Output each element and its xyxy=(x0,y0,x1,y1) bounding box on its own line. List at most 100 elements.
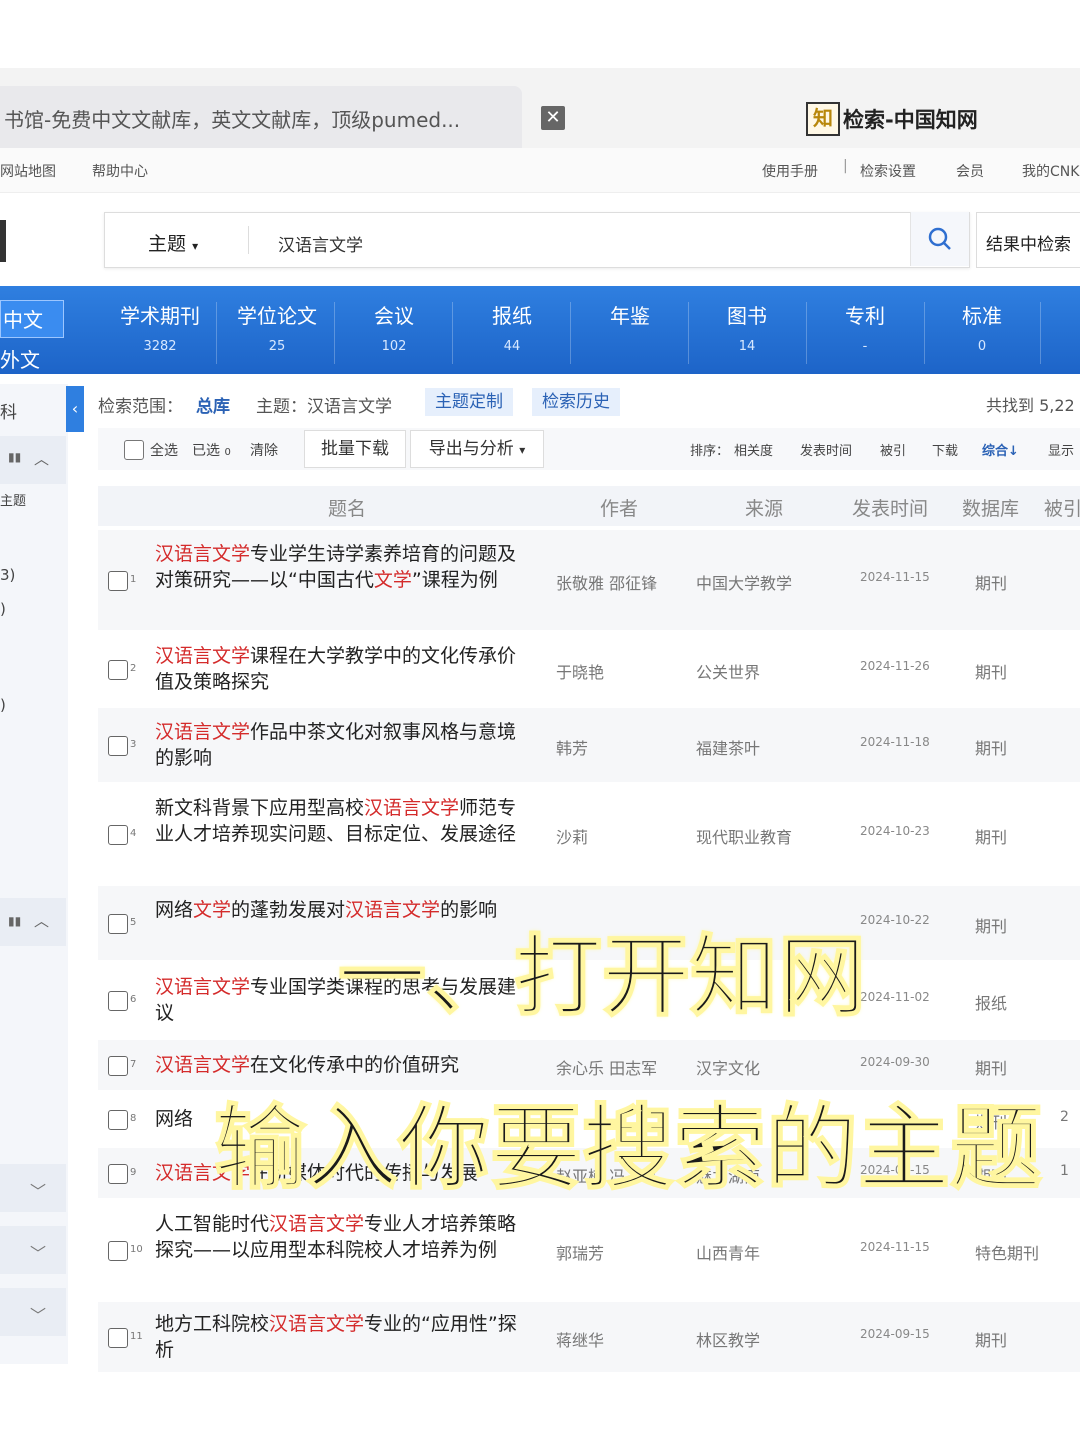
result-source[interactable]: 现代职业教育 xyxy=(696,824,792,848)
close-icon[interactable]: ✕ xyxy=(541,106,565,130)
result-author[interactable]: 张敬雅 邵征锋 xyxy=(556,570,657,594)
util-link-mycnki[interactable]: 我的CNKI xyxy=(1022,161,1080,181)
sidebar-item[interactable]: 科 xyxy=(0,398,17,423)
result-title-link[interactable]: 汉语言文学专业学生诗学素养培育的问题及对策研究——以“中国古代文学”课程为例 xyxy=(155,541,525,593)
result-source[interactable]: 林区教学 xyxy=(696,1327,760,1351)
table-row[interactable]: 10 人工智能时代汉语言文学专业人才培养策略探究——以应用型本科院校人才培养为例郭… xyxy=(98,1202,1080,1298)
util-link-member[interactable]: 会员 xyxy=(956,161,984,181)
tab-conferences[interactable]: 会议 102 xyxy=(344,300,444,354)
tab-label: 专利 xyxy=(845,304,885,328)
result-author[interactable]: 蒋继华 xyxy=(556,1327,604,1351)
util-link-settings[interactable]: 检索设置 xyxy=(860,161,916,181)
collapse-sidebar-button[interactable]: ‹ xyxy=(66,386,84,432)
sidebar-item[interactable]: ) xyxy=(0,696,6,714)
result-title-link[interactable]: 地方工科院校汉语言文学专业的“应用性”探析 xyxy=(155,1311,525,1363)
select-all-checkbox[interactable] xyxy=(124,440,144,460)
sort-relevance[interactable]: 相关度 xyxy=(734,440,773,459)
bar-chart-icon[interactable]: ▮▮ xyxy=(8,450,21,464)
chevron-down-icon[interactable]: ﹀ xyxy=(30,1240,46,1264)
search-history-chip[interactable]: 检索历史 xyxy=(532,388,620,416)
sort-download[interactable]: 下载 xyxy=(932,440,958,459)
lang-foreign[interactable]: 外文 xyxy=(0,344,40,373)
browser-tab-1[interactable]: 书馆-免费中文文献库，英文文献库，顶级pumed... xyxy=(0,86,522,148)
search-input[interactable]: 汉语言文学 xyxy=(278,231,363,256)
result-cited-count[interactable]: 1 xyxy=(1060,1163,1069,1179)
th-title[interactable]: 题名 xyxy=(328,494,366,521)
keyword-highlight: 汉语言文学 xyxy=(155,976,251,998)
table-row[interactable]: 11 地方工科院校汉语言文学专业的“应用性”探析 蒋继华 林区教学 2024-09-15… xyxy=(98,1302,1080,1372)
th-source[interactable]: 来源 xyxy=(745,494,783,521)
table-row[interactable]: 4 新文科背景下应用型高校汉语言文学师范专业人才培养现实问题、目标定位、发展途径沙… xyxy=(98,786,1080,882)
util-link-manual[interactable]: 使用手册 xyxy=(762,161,818,181)
search-field-select[interactable]: 主题 ▾ xyxy=(148,229,198,256)
th-cited[interactable]: 被引 xyxy=(1044,494,1080,521)
tab-standards[interactable]: 标准 0 xyxy=(932,300,1032,354)
browser-tab-2-title[interactable]: 检索-中国知网 xyxy=(843,104,978,134)
tab-patents[interactable]: 专利 - xyxy=(815,300,915,354)
chevron-down-icon[interactable]: ﹀ xyxy=(30,1178,46,1202)
tab-yearbooks[interactable]: 年鉴 xyxy=(580,300,680,339)
tab-books[interactable]: 图书 14 xyxy=(697,300,797,354)
topic-custom-chip[interactable]: 主题定制 xyxy=(425,388,513,416)
bar-chart-icon[interactable]: ▮▮ xyxy=(8,914,21,928)
title-text: ”课程为例 xyxy=(411,569,498,591)
sidebar-item[interactable]: 3) xyxy=(0,566,15,584)
range-scope[interactable]: 总库 xyxy=(196,392,230,417)
search-box[interactable] xyxy=(104,212,970,268)
clear-button[interactable]: 清除 xyxy=(250,440,278,460)
tab-journals[interactable]: 学术期刊 3282 xyxy=(110,300,210,354)
th-date[interactable]: 发表时间 xyxy=(852,494,928,521)
sort-combined[interactable]: 综合↓ xyxy=(982,440,1019,459)
row-checkbox[interactable] xyxy=(108,1328,128,1348)
result-author[interactable]: 沙莉 xyxy=(556,824,588,848)
util-link-sitemap[interactable]: 网站地图 xyxy=(0,161,56,181)
th-author[interactable]: 作者 xyxy=(600,494,638,521)
export-analysis-button[interactable]: 导出与分析 ▾ xyxy=(410,430,544,468)
result-author[interactable]: 韩芳 xyxy=(556,735,588,759)
chevron-down-icon[interactable]: ﹀ xyxy=(30,1302,46,1326)
lang-chinese[interactable]: 中文 xyxy=(0,300,64,338)
title-text: 新文科背景下应用型高校 xyxy=(155,797,365,819)
chevron-up-icon[interactable]: ︿ xyxy=(34,910,49,931)
table-row[interactable]: 2 汉语言文学课程在大学教学中的文化传承价值及策略探究 于晓艳 公关世界 2024-11… xyxy=(98,634,1080,704)
search-in-results-button[interactable]: 结果中检索 xyxy=(976,212,1080,268)
result-source[interactable]: 山西青年 xyxy=(696,1240,760,1264)
row-checkbox[interactable] xyxy=(108,571,128,591)
result-cited-count[interactable]: 2 xyxy=(1060,1109,1069,1125)
result-source[interactable]: 福建茶叶 xyxy=(696,735,760,759)
row-checkbox[interactable] xyxy=(108,1164,128,1184)
sidebar-item[interactable]: ) xyxy=(0,600,6,618)
select-all-label[interactable]: 全选 xyxy=(150,440,178,460)
result-source[interactable]: 公关世界 xyxy=(696,659,760,683)
bulk-download-button[interactable]: 批量下载 xyxy=(304,430,406,468)
table-row[interactable]: 3 汉语言文学作品中茶文化对叙事风格与意境的影响 韩芳 福建茶叶 2024-11-18 期… xyxy=(98,708,1080,782)
row-checkbox[interactable] xyxy=(108,825,128,845)
row-checkbox[interactable] xyxy=(108,1056,128,1076)
result-source[interactable]: 中国大学教学 xyxy=(696,570,792,594)
th-database[interactable]: 数据库 xyxy=(962,494,1019,521)
result-author[interactable]: 于晓艳 xyxy=(556,659,604,683)
chevron-up-icon[interactable]: ︿ xyxy=(34,448,49,469)
result-title-link[interactable]: 汉语言文学作品中茶文化对叙事风格与意境的影响 xyxy=(155,719,525,771)
table-row[interactable]: 1 汉语言文学专业学生诗学素养培育的问题及对策研究——以“中国古代文学”课程为例张… xyxy=(98,530,1080,630)
search-button[interactable] xyxy=(910,212,969,266)
row-checkbox[interactable] xyxy=(108,914,128,934)
keyword-highlight: 汉语言文学 xyxy=(269,1313,365,1335)
row-checkbox[interactable] xyxy=(108,1241,128,1261)
result-database: 报纸 xyxy=(975,994,1008,1013)
result-author[interactable]: 郭瑞芳 xyxy=(556,1240,604,1264)
result-title-link[interactable]: 新文科背景下应用型高校汉语言文学师范专业人才培养现实问题、目标定位、发展途径 xyxy=(155,795,525,847)
row-checkbox[interactable] xyxy=(108,736,128,756)
row-checkbox[interactable] xyxy=(108,991,128,1011)
result-title-link[interactable]: 人工智能时代汉语言文学专业人才培养策略探究——以应用型本科院校人才培养为例 xyxy=(155,1211,525,1263)
tab-theses[interactable]: 学位论文 25 xyxy=(227,300,327,354)
sidebar-item[interactable]: 主题 xyxy=(0,490,26,509)
sort-date[interactable]: 发表时间 xyxy=(800,440,852,459)
tab-newspapers[interactable]: 报纸 44 xyxy=(462,300,562,354)
util-link-help[interactable]: 帮助中心 xyxy=(92,161,148,181)
sort-cited[interactable]: 被引 xyxy=(880,440,906,459)
display-option[interactable]: 显示 xyxy=(1048,440,1074,459)
row-checkbox[interactable] xyxy=(108,660,128,680)
result-title-link[interactable]: 汉语言文学课程在大学教学中的文化传承价值及策略探究 xyxy=(155,643,525,695)
row-checkbox[interactable] xyxy=(108,1110,128,1130)
